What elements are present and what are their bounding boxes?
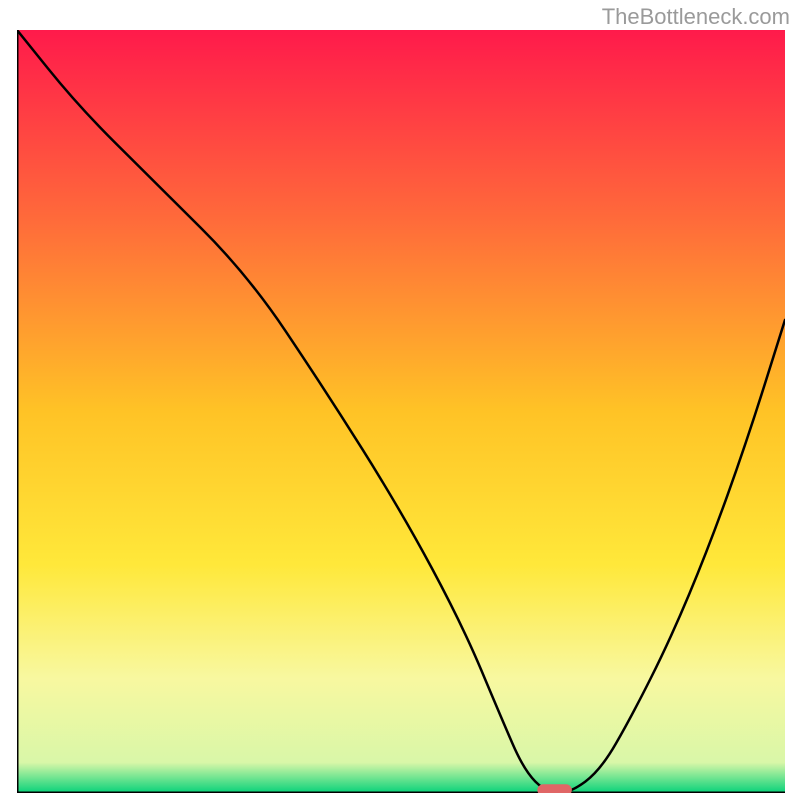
chart-container: TheBottleneck.com (0, 0, 800, 800)
watermark-label: TheBottleneck.com (602, 4, 790, 30)
optimal-marker (537, 784, 572, 793)
gradient-fill (17, 30, 785, 793)
bottleneck-chart (17, 30, 785, 793)
plot-area (17, 30, 785, 793)
